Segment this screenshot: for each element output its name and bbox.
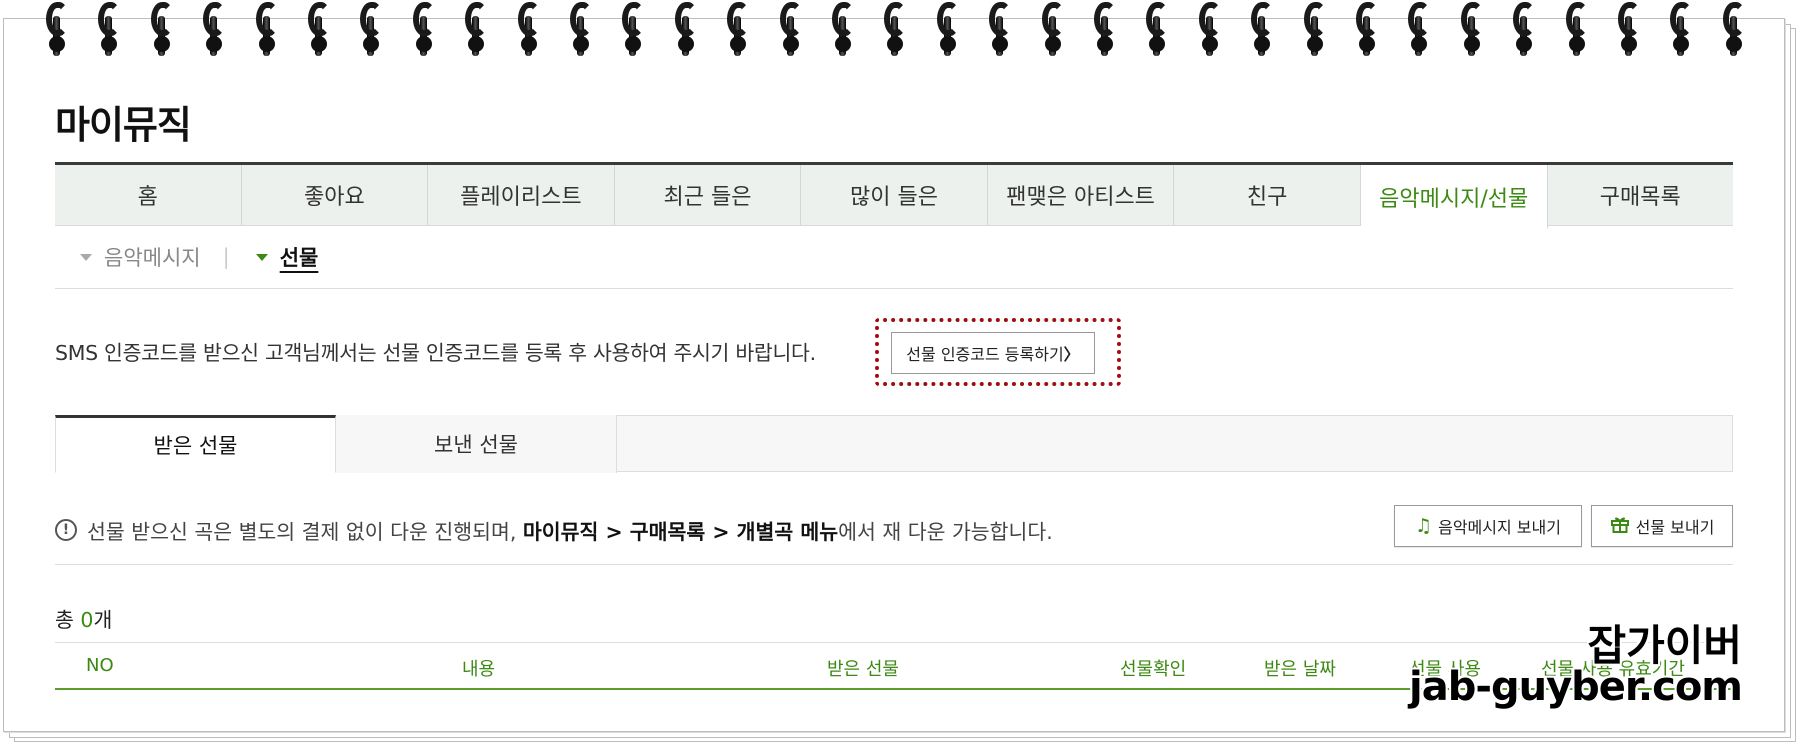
exclamation-icon: ! — [55, 519, 77, 541]
tab-received-gift[interactable]: 받은 선물 — [55, 415, 336, 473]
register-gift-code-button[interactable]: 선물 인증코드 등록하기 〉 — [891, 332, 1095, 374]
gift-tab-bar: 받은 선물 보낸 선물 — [55, 415, 1733, 473]
col-content: 내용 — [462, 659, 496, 680]
register-gift-code-label: 선물 인증코드 등록하기 — [906, 345, 1064, 364]
notice-suffix: 에서 재 다운 가능합니다. — [838, 520, 1053, 544]
total-count-value: 0 — [80, 608, 94, 632]
my-music-panel: 마이뮤직 홈 좋아요 플레이리스트 최근 들은 많이 들은 팬맺은 아티스트 친… — [55, 0, 1733, 747]
send-music-message-label: 음악메시지 보내기 — [1438, 518, 1561, 537]
tab-playlist[interactable]: 플레이리스트 — [428, 165, 615, 225]
divider — [55, 564, 1733, 565]
sub-nav: 음악메시지 | 선물 — [80, 240, 318, 274]
tab-purchases[interactable]: 구매목록 — [1548, 165, 1734, 225]
tab-recent[interactable]: 최근 들은 — [615, 165, 802, 225]
page-title: 마이뮤직 — [55, 103, 192, 147]
download-notice: ! 선물 받으신 곡은 별도의 결제 없이 다운 진행되며, 마이뮤직 > 구매… — [55, 515, 1053, 545]
subnav-gift[interactable]: 선물 — [255, 242, 319, 272]
tab-likes[interactable]: 좋아요 — [242, 165, 429, 225]
notice-path: 마이뮤직 > 구매목록 > 개별곡 메뉴 — [522, 520, 839, 544]
tab-sent-gift[interactable]: 보낸 선물 — [336, 415, 617, 473]
subnav-music-message-label: 음악메시지 — [104, 246, 201, 270]
subnav-music-message[interactable]: 음악메시지 — [80, 242, 201, 272]
col-received-date: 받은 날짜 — [1264, 659, 1336, 680]
col-no: NO — [86, 655, 114, 676]
tab-friends[interactable]: 친구 — [1174, 165, 1361, 225]
col-received-gift: 받은 선물 — [827, 659, 899, 680]
music-note-icon: ♫ — [1415, 515, 1433, 537]
gift-icon — [1610, 514, 1630, 539]
divider — [55, 288, 1733, 289]
send-gift-label: 선물 보내기 — [1635, 518, 1715, 537]
col-confirm: 선물확인 — [1120, 659, 1187, 680]
tab-fan-artists[interactable]: 팬맺은 아티스트 — [988, 165, 1175, 225]
total-count: 총 0개 — [55, 603, 112, 633]
main-tab-bar: 홈 좋아요 플레이리스트 최근 들은 많이 들은 팬맺은 아티스트 친구 음악메… — [55, 162, 1734, 229]
triangle-down-icon — [80, 253, 92, 261]
total-prefix: 총 — [55, 608, 74, 632]
tab-message-gift[interactable]: 음악메시지/선물 — [1360, 165, 1548, 229]
sms-guide-text: SMS 인증코드를 받으신 고객님께서는 선물 인증코드를 등록 후 사용하여 … — [55, 341, 816, 365]
watermark-url: jab-guyber.com — [1409, 664, 1743, 710]
total-suffix: 개 — [93, 608, 113, 632]
send-gift-button[interactable]: 선물 보내기 — [1591, 505, 1733, 547]
chevron-right-icon: 〉 — [1063, 345, 1080, 364]
subnav-separator: | — [222, 245, 230, 269]
triangle-down-icon — [255, 253, 268, 261]
tab-most-played[interactable]: 많이 들은 — [801, 165, 988, 225]
subnav-gift-label: 선물 — [279, 246, 319, 270]
tab-home[interactable]: 홈 — [55, 165, 242, 225]
notice-prefix: 선물 받으신 곡은 별도의 결제 없이 다운 진행되며, — [87, 520, 517, 544]
send-music-message-button[interactable]: ♫ 음악메시지 보내기 — [1394, 505, 1582, 547]
